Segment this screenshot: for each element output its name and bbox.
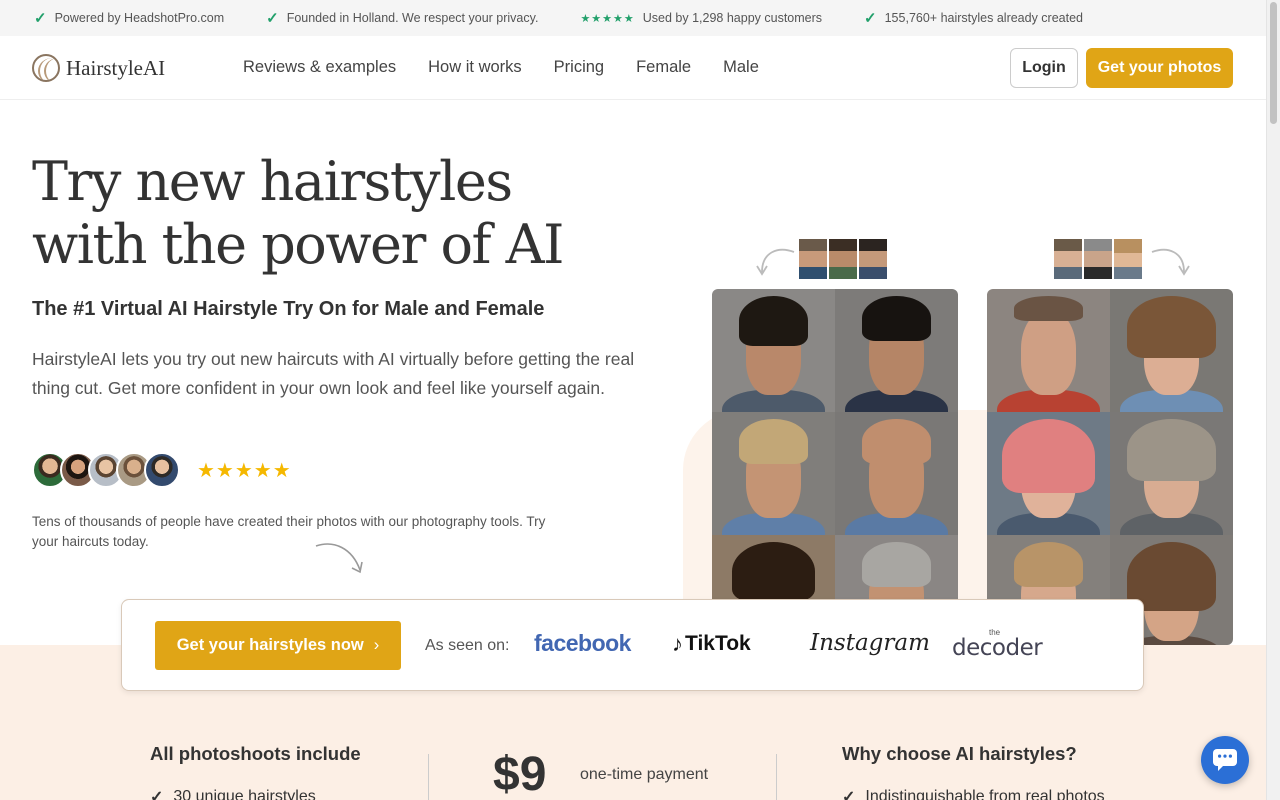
divider — [776, 754, 777, 800]
site-logo[interactable]: HairstyleAI — [32, 54, 165, 82]
male-hairstyle-gallery — [712, 289, 958, 645]
check-icon: ✓ — [864, 10, 877, 27]
customer-avatars — [32, 452, 180, 488]
feature-item: ✓ Indistinguishable from real photos — [842, 787, 1105, 800]
hero-subtitle: The #1 Virtual AI Hairstyle Try On for M… — [32, 298, 545, 320]
trust-text: Powered by HeadshotPro.com — [54, 11, 225, 25]
nav-link-male[interactable]: Male — [723, 58, 759, 77]
hero-title: Try new hairstyles with the power of AI — [32, 150, 564, 276]
tiktok-note-icon: ♪ — [672, 631, 683, 656]
logo-icon — [32, 54, 60, 82]
input-photo — [798, 238, 828, 280]
hairstyle-photo — [712, 412, 835, 535]
hairstyle-photo — [1110, 412, 1233, 535]
curved-arrow-icon — [756, 248, 795, 276]
tiktok-wordmark: TikTok — [685, 632, 751, 655]
facebook-logo: facebook — [534, 630, 631, 656]
page-scrollbar[interactable] — [1266, 0, 1280, 800]
trust-item: ✓ 155,760+ hairstyles already created — [864, 9, 1083, 27]
curved-arrow-icon — [1151, 248, 1190, 276]
input-photo — [1083, 238, 1113, 280]
star-rating-icon: ★★★★★ — [197, 460, 292, 482]
input-photos-male — [798, 238, 888, 280]
check-icon: ✓ — [842, 789, 856, 800]
feature-text: 30 unique hairstyles — [173, 788, 316, 800]
hairstyle-photo — [987, 412, 1110, 535]
chat-button[interactable] — [1201, 736, 1249, 784]
hero-title-line: with the power of AI — [32, 213, 564, 276]
check-icon: ✓ — [34, 10, 47, 27]
hairstyle-photo — [712, 289, 835, 412]
get-hairstyles-button[interactable]: Get your hairstyles now › — [155, 621, 401, 670]
avatar — [144, 452, 180, 488]
trust-text: Founded in Holland. We respect your priv… — [286, 11, 539, 25]
price: $9 — [493, 748, 547, 800]
hairstyle-photo — [987, 289, 1110, 412]
as-seen-on-label: As seen on: — [425, 637, 510, 654]
trust-text: 155,760+ hairstyles already created — [884, 11, 1083, 25]
feature-item: ✓ 30 unique hairstyles — [150, 787, 316, 800]
input-photo — [1113, 238, 1143, 280]
hero-title-line: Try new hairstyles — [32, 150, 513, 213]
logo-text: HairstyleAI — [66, 55, 166, 80]
check-icon: ✓ — [266, 10, 279, 27]
tiktok-logo: ♪ TikTok — [672, 631, 751, 657]
input-photo — [1053, 238, 1083, 280]
get-photos-button[interactable]: Get your photos — [1086, 48, 1233, 88]
login-button[interactable]: Login — [1010, 48, 1078, 88]
input-photos-female — [1053, 238, 1143, 280]
curved-arrow-icon — [315, 543, 363, 574]
get-hairstyles-label: Get your hairstyles now — [176, 636, 364, 654]
chevron-right-icon: › — [373, 636, 380, 654]
feature-text: Indistinguishable from real photos — [865, 788, 1105, 800]
divider — [428, 754, 429, 800]
scrollbar-thumb[interactable] — [1270, 2, 1277, 124]
input-photo — [828, 238, 858, 280]
nav-link-female[interactable]: Female — [636, 58, 691, 77]
nav-link-reviews[interactable]: Reviews & examples — [243, 58, 396, 77]
hairstyle-photo — [835, 289, 958, 412]
cta-card: Get your hairstyles now › As seen on: fa… — [121, 599, 1144, 691]
check-icon: ✓ — [150, 789, 164, 800]
nav-link-how-it-works[interactable]: How it works — [428, 58, 522, 77]
why-choose-heading: Why choose AI hairstyles? — [842, 743, 1077, 764]
nav-link-pricing[interactable]: Pricing — [554, 58, 604, 77]
star-rating-icon: ★★★★★ — [580, 12, 635, 25]
nav-links: Reviews & examples How it works Pricing … — [243, 58, 791, 77]
input-photo — [858, 238, 888, 280]
trust-bar: ✓ Powered by HeadshotPro.com ✓ Founded i… — [0, 0, 1266, 36]
hero-description: HairstyleAI lets you try out new haircut… — [32, 349, 635, 398]
social-proof-text: Tens of thousands of people have created… — [32, 514, 546, 549]
hairstyle-photo — [835, 412, 958, 535]
instagram-logo: Instagram — [810, 630, 930, 656]
trust-item: ✓ Founded in Holland. We respect your pr… — [266, 9, 538, 27]
price-note: one-time payment — [580, 766, 709, 783]
photoshoots-include-heading: All photoshoots include — [150, 743, 361, 764]
trust-item: ✓ Powered by HeadshotPro.com — [34, 9, 224, 27]
trust-item: ★★★★★ Used by 1,298 happy customers — [580, 11, 822, 25]
the-decoder-wordmark: decoder — [952, 635, 1043, 661]
female-hairstyle-gallery — [987, 289, 1233, 645]
trust-text: Used by 1,298 happy customers — [642, 11, 823, 25]
chat-icon — [1213, 749, 1237, 771]
hairstyle-photo — [1110, 289, 1233, 412]
